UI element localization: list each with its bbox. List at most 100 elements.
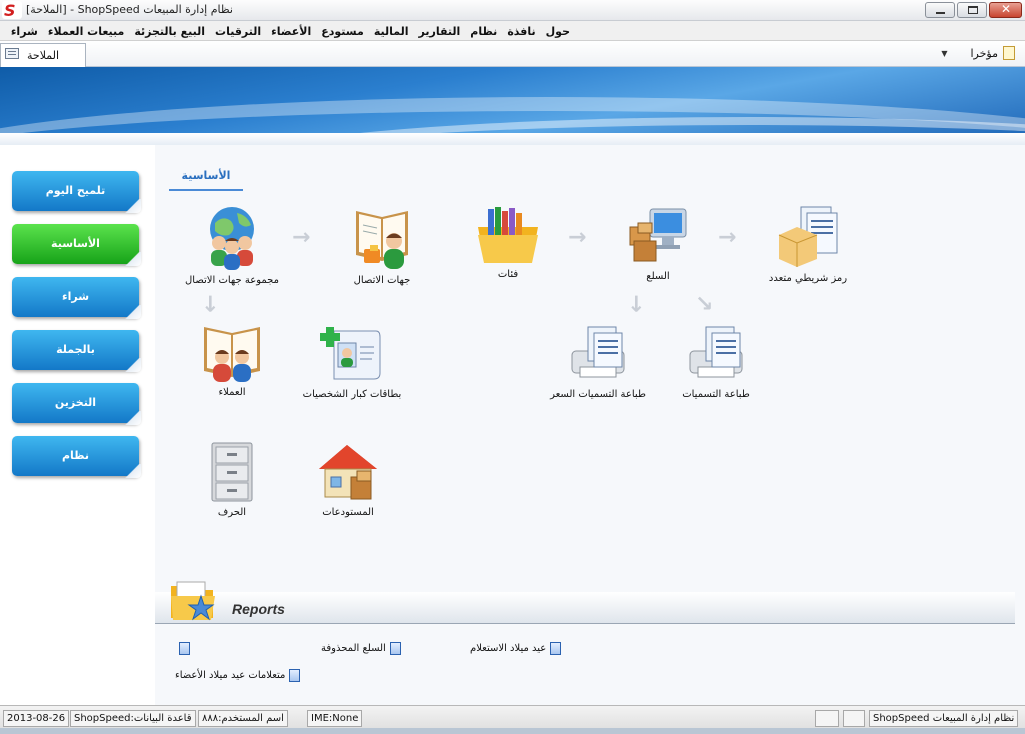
restore-button[interactable] (957, 2, 987, 18)
report-link-empty[interactable] (175, 642, 190, 655)
professions-label: الحرف (217, 507, 247, 518)
contact-group-icon (210, 207, 254, 270)
menu-item[interactable]: الترقيات (210, 25, 266, 38)
category-folders-icon (478, 207, 538, 263)
report-link-deleted-goods[interactable]: السلع المحذوفة (321, 642, 401, 655)
vip-cards-item[interactable]: بطاقات كبار الشخصيات (287, 323, 417, 400)
title-bar: S [الملاحة] - ShopSpeed نظام إدارة المبي… (0, 0, 1025, 21)
navigation-tab-icon (5, 48, 19, 59)
multi-barcode-label: رمز شريطي متعدد (768, 273, 848, 284)
status-database: ShopSpeed:قاعدة البيانات (70, 710, 196, 727)
flow-arrow-icon: → (688, 288, 720, 319)
sidebar-item-purchase[interactable]: شراء (12, 277, 141, 319)
contact-groups-item[interactable]: مجموعة جهات الاتصال (167, 205, 297, 286)
report-link-label: متعلامات عيد ميلاد الأعضاء (175, 670, 286, 681)
categories-item[interactable]: فئات (443, 205, 573, 280)
vip-card-icon (320, 327, 381, 380)
minimize-button[interactable] (925, 2, 955, 18)
tab-strip: الملاحة مؤخرا ▼ (0, 41, 1025, 67)
reports-header: Reports (155, 581, 1015, 624)
chevron-down-icon: ▼ (941, 48, 948, 58)
contacts-item[interactable]: جهات الاتصال (317, 205, 447, 286)
report-link-birthday-query[interactable]: عيد ميلاد الاستعلام (470, 642, 562, 655)
menu-item[interactable]: مبيعات العملاء (43, 25, 129, 38)
goods-computer-icon (629, 208, 687, 262)
printer-icon (689, 326, 743, 378)
flow-arrow-icon: → (197, 294, 223, 313)
sidebar-item-wholesale[interactable]: بالجملة (12, 330, 141, 372)
goods-label: السلع (646, 271, 670, 282)
barcode-box-icon (778, 206, 838, 267)
menu-item[interactable]: البيع بالتجزئة (129, 25, 210, 38)
report-document-icon (389, 642, 401, 655)
menu-item[interactable]: الأعضاء (266, 25, 316, 38)
report-document-icon (550, 642, 562, 655)
sidebar-item-storage[interactable]: التخزين (12, 383, 141, 425)
menu-item[interactable]: التقارير (414, 25, 466, 38)
status-panel-icon[interactable] (815, 710, 839, 727)
tab-navigation-label: الملاحة (27, 49, 60, 62)
report-link-label: السلع المحذوفة (321, 643, 386, 654)
sidebar-item-tip-of-day[interactable]: تلميح اليوم (12, 171, 141, 213)
report-link-label: عيد ميلاد الاستعلام (470, 643, 547, 654)
file-cabinet-icon (211, 442, 253, 502)
section-tab-basic[interactable]: الأساسية (169, 169, 243, 191)
sidebar: تلميح اليوم الأساسية شراء بالجملة التخزي… (0, 145, 155, 705)
professions-item[interactable]: الحرف (167, 441, 297, 518)
tab-navigation[interactable]: الملاحة (0, 43, 86, 67)
vip-cards-label: بطاقات كبار الشخصيات (302, 389, 402, 400)
categories-label: فئات (497, 269, 519, 280)
sidebar-item-basic[interactable]: الأساسية (12, 224, 141, 266)
menu-item[interactable]: نافذة (502, 25, 540, 38)
contact-groups-label: مجموعة جهات الاتصال (185, 275, 279, 286)
close-icon: ✕ (1001, 2, 1012, 16)
close-button[interactable]: ✕ (989, 2, 1022, 18)
taskbar-strip (0, 728, 1025, 734)
banner-base (0, 133, 1025, 145)
menu-item[interactable]: حول (541, 25, 575, 38)
sidebar-item-label: التخزين (54, 396, 97, 409)
customers-item[interactable]: العملاء (167, 323, 297, 398)
menu-item[interactable]: مستودع (316, 25, 369, 38)
status-ime: IME:None (307, 710, 363, 727)
multi-barcode-item[interactable]: رمز شريطي متعدد (743, 205, 873, 284)
minimize-icon (936, 12, 945, 14)
flow-arrow-icon: → (623, 294, 649, 313)
printer-icon (571, 326, 625, 378)
sidebar-item-label: نظام (61, 449, 90, 462)
sidebar-item-label: شراء (61, 290, 90, 303)
status-split-icon[interactable] (843, 710, 865, 727)
report-link-member-birthday[interactable]: متعلامات عيد ميلاد الأعضاء (175, 669, 301, 682)
menu-item[interactable]: المالية (369, 25, 414, 38)
svg-text:S: S (4, 1, 16, 19)
goods-item[interactable]: السلع (593, 205, 723, 282)
contacts-label: جهات الاتصال (353, 275, 411, 286)
print-price-labels-item[interactable]: طباعة التسميات السعر (533, 323, 663, 400)
customers-label: العملاء (218, 387, 246, 398)
print-price-labels-label: طباعة التسميات السعر (550, 389, 646, 400)
contact-book-icon (356, 211, 408, 269)
section-title: الأساسية (181, 169, 231, 182)
recent-label: مؤخرا (970, 46, 999, 60)
warehouse-house-icon (319, 445, 377, 500)
restore-icon (968, 6, 978, 14)
menu-item[interactable]: الأساسية (0, 25, 6, 38)
status-app: ShopSpeed نظام إدارة المبيعات (869, 710, 1019, 727)
flow-arrow-icon: → (718, 225, 737, 250)
app-logo-icon: S (2, 1, 22, 19)
flow-arrow-icon: → (292, 225, 311, 250)
reports-title: Reports (232, 601, 285, 617)
status-date: 2013-08-26 (3, 710, 70, 727)
customers-book-icon (204, 327, 260, 382)
recent-documents-icon (1003, 46, 1015, 60)
menu-item[interactable]: شراء (6, 25, 43, 38)
warehouses-item[interactable]: المستودعات (283, 441, 413, 518)
report-document-icon (289, 669, 301, 682)
menu-bar: حول نافذة نظام التقارير المالية مستودع الأعضاء… (0, 21, 1025, 41)
menu-item[interactable]: نظام (465, 25, 502, 38)
sidebar-item-system[interactable]: نظام (12, 436, 141, 478)
flow-arrow-icon: → (568, 225, 587, 250)
recent-menu[interactable]: مؤخرا ▼ (941, 46, 1015, 60)
status-username: اسم المستخدم:٨٨٨ (198, 710, 288, 727)
print-labels-item[interactable]: طباعة التسميات (651, 323, 781, 400)
